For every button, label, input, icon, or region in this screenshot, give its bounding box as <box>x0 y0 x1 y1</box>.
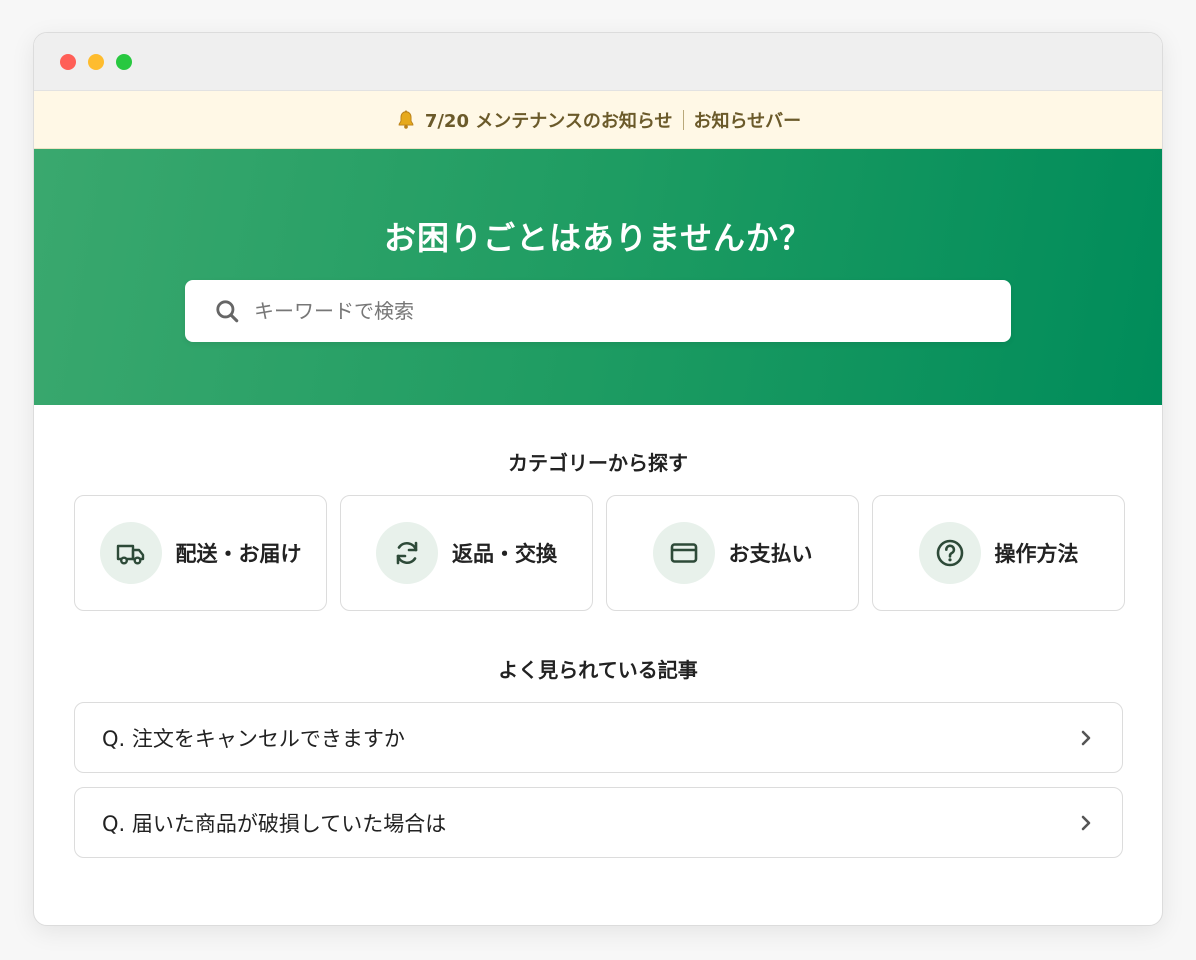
list-item[interactable]: Q. 届いた商品が破損していた場合は <box>74 787 1123 858</box>
category-icon-circle <box>376 522 438 584</box>
chevron-right-icon <box>1081 815 1091 830</box>
category-icon-circle <box>918 522 981 584</box>
hero-banner: お困りごとはありませんか？ <box>34 149 1162 405</box>
notice-bar[interactable]: 7/20 メンテナンスのお知らせ お知らせバー <box>34 91 1162 149</box>
search-icon <box>216 300 239 323</box>
article-label: Q. 届いた商品が破損していた場合は <box>102 811 447 836</box>
truck-icon <box>116 544 144 565</box>
category-label: 操作方法 <box>994 542 1079 566</box>
category-howto[interactable]: 操作方法 <box>872 495 1125 611</box>
notice-separator <box>682 109 684 130</box>
browser-window: 7/20 メンテナンスのお知らせ お知らせバー お困りごとはありませんか？ カテ… <box>33 32 1163 926</box>
article-list: Q. 注文をキャンセルできますか Q. 届いた商品が破損していた場合は <box>74 702 1123 872</box>
list-item[interactable]: Q. 注文をキャンセルできますか <box>74 702 1123 773</box>
category-payment[interactable]: お支払い <box>606 495 859 611</box>
close-window-button[interactable] <box>60 54 76 70</box>
category-icon-circle <box>652 522 715 584</box>
credit-card-icon <box>670 543 697 563</box>
category-returns[interactable]: 返品・交換 <box>340 495 593 611</box>
popular-articles-title: よく見られている記事 <box>498 658 698 682</box>
article-label: Q. 注文をキャンセルできますか <box>102 726 405 751</box>
categories-title: カテゴリーから探す <box>508 451 688 475</box>
bell-icon <box>398 109 414 129</box>
hero-title: お困りごとはありませんか？ <box>383 219 813 257</box>
category-icon-circle <box>99 522 162 584</box>
title-bar <box>34 33 1162 91</box>
category-delivery[interactable]: 配送・お届け <box>74 495 327 611</box>
category-label: 返品・交換 <box>452 542 557 566</box>
minimize-window-button[interactable] <box>88 54 104 70</box>
notice-text[interactable]: 7/20 メンテナンスのお知らせ <box>425 107 673 133</box>
maximize-window-button[interactable] <box>116 54 132 70</box>
category-grid: 配送・お届け 返品・交換 お支払い 操作方法 <box>74 495 1125 611</box>
chevron-right-icon <box>1081 730 1091 745</box>
notice-bar-label: お知らせバー <box>693 110 802 132</box>
category-label: 配送・お届け <box>175 542 302 566</box>
help-icon <box>936 539 963 567</box>
search-input[interactable] <box>254 299 954 323</box>
refresh-icon <box>396 541 418 565</box>
search-box[interactable] <box>185 280 1011 342</box>
category-label: お支払い <box>728 542 813 566</box>
